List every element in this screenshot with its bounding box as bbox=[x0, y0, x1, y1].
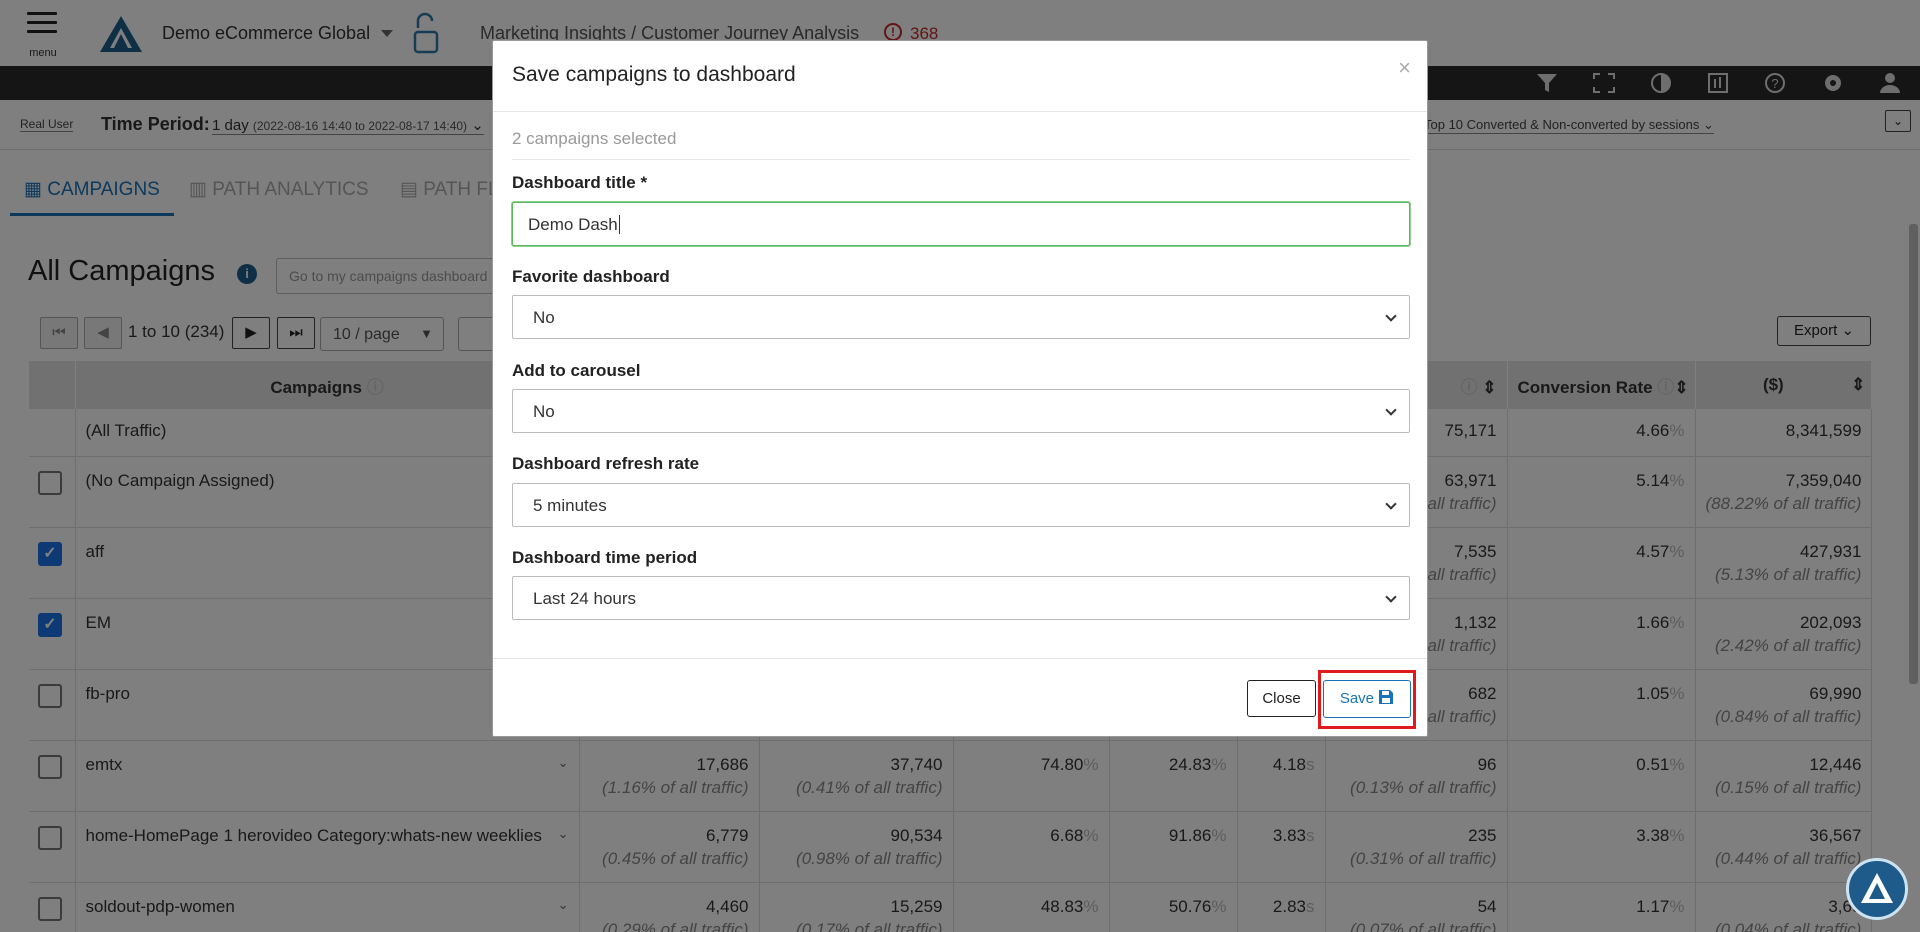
save-label: Save bbox=[1339, 690, 1375, 707]
chevron-down-icon bbox=[1385, 591, 1397, 603]
divider bbox=[512, 159, 1410, 160]
chevron-down-icon bbox=[1385, 310, 1397, 322]
assistant-logo-button[interactable] bbox=[1846, 858, 1908, 920]
refresh-rate-label: Dashboard refresh rate bbox=[512, 454, 700, 473]
dashboard-title-input[interactable]: Demo Dash bbox=[512, 202, 1410, 246]
selected-count: 2 campaigns selected bbox=[512, 129, 677, 148]
time-period-field-value: Last 24 hours bbox=[533, 589, 637, 608]
divider bbox=[493, 658, 1427, 659]
favorite-dashboard-label: Favorite dashboard bbox=[512, 267, 670, 286]
close-button[interactable]: Close bbox=[1247, 680, 1316, 717]
chevron-down-icon bbox=[1385, 498, 1397, 510]
add-to-carousel-label: Add to carousel bbox=[512, 361, 641, 380]
dashboard-title-value: Demo Dash bbox=[528, 215, 618, 234]
add-to-carousel-value: No bbox=[533, 402, 555, 421]
close-icon[interactable]: × bbox=[1398, 55, 1411, 81]
modal-title: Save campaigns to dashboard bbox=[512, 63, 796, 86]
floppy-disk-icon bbox=[1379, 690, 1394, 704]
chevron-down-icon bbox=[1385, 404, 1397, 416]
divider bbox=[493, 111, 1427, 112]
favorite-dashboard-value: No bbox=[533, 308, 555, 327]
favorite-dashboard-select[interactable]: No bbox=[512, 295, 1410, 339]
save-dashboard-modal: Save campaigns to dashboard × 2 campaign… bbox=[492, 40, 1428, 737]
dashboard-title-label: Dashboard title * bbox=[512, 173, 648, 192]
time-period-field-select[interactable]: Last 24 hours bbox=[512, 576, 1410, 620]
add-to-carousel-select[interactable]: No bbox=[512, 389, 1410, 433]
refresh-rate-value: 5 minutes bbox=[533, 496, 607, 515]
refresh-rate-select[interactable]: 5 minutes bbox=[512, 483, 1410, 527]
save-button[interactable]: Save bbox=[1323, 680, 1411, 718]
time-period-field-label: Dashboard time period bbox=[512, 548, 698, 567]
brand-logo-icon bbox=[1861, 873, 1893, 903]
